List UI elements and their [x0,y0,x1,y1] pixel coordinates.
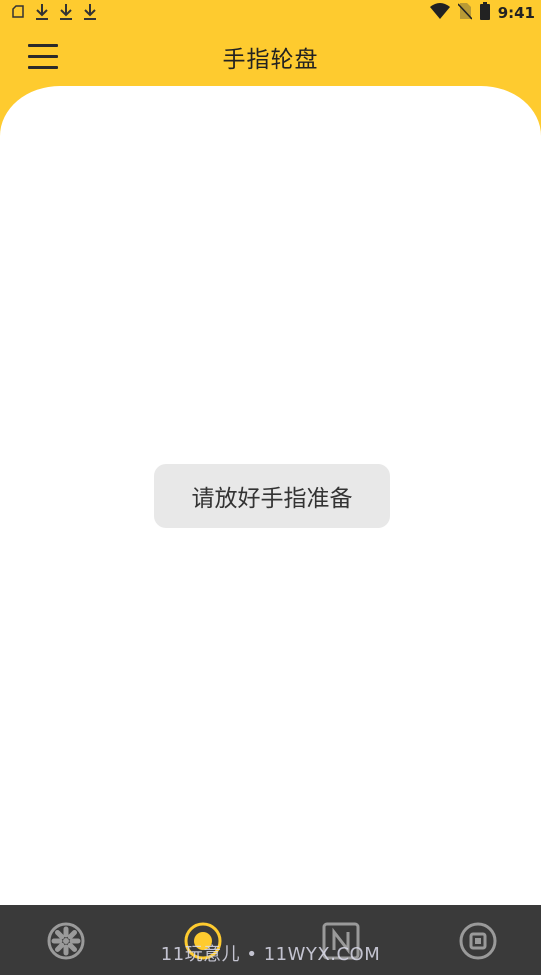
nav-item-wheel[interactable] [46,921,86,961]
target-icon [183,922,223,965]
app-screen: 9:41 手指轮盘 请放好手指准备 11玩意儿 • 11WYX.COM [0,0,541,975]
status-right-icons: 9:41 [429,2,535,24]
battery-icon [479,2,490,24]
toolbar: 手指轮盘 [0,26,541,86]
nav-item-stop[interactable] [458,921,498,961]
download-icon [82,3,98,25]
instruction-toast: 请放好手指准备 [154,464,390,528]
file-icon [10,4,26,24]
status-bar: 9:41 [0,0,541,26]
nav-item-target[interactable] [183,921,223,961]
bottom-navigation [0,905,541,975]
no-sim-icon [457,2,473,24]
download-icon [34,3,50,25]
nav-item-n[interactable] [321,921,361,961]
status-time: 9:41 [497,4,535,22]
page-title: 手指轮盘 [222,47,319,73]
download-icon [58,3,74,25]
status-left-icons [10,3,98,25]
stop-icon [458,922,498,965]
n-box-icon [321,922,361,965]
wifi-icon [429,3,450,23]
wheel-icon [46,922,86,965]
